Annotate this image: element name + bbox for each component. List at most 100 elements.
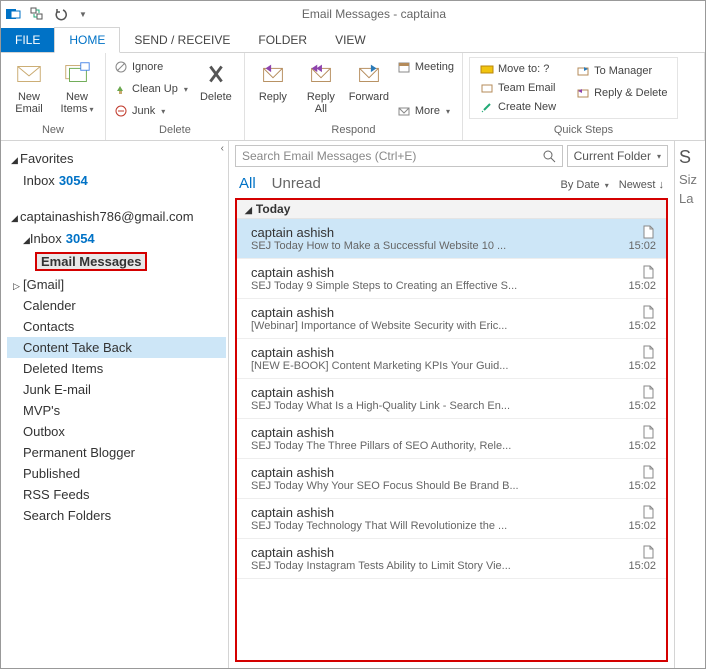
collapse-nav-icon[interactable]: ‹ (221, 143, 224, 154)
message-item[interactable]: captain ashishSEJ Today Technology That … (237, 499, 666, 539)
folder-item[interactable]: Junk E-mail (7, 379, 226, 400)
message-from: captain ashish (251, 385, 656, 400)
folder-item[interactable]: Contacts (7, 316, 226, 337)
tab-folder[interactable]: FOLDER (244, 28, 321, 52)
reading-pane: S Siz La (675, 141, 705, 668)
message-item[interactable]: captain ashishSEJ Today The Three Pillar… (237, 419, 666, 459)
filter-all[interactable]: All (239, 175, 256, 192)
title-bar: ▼ Email Messages - captaina (1, 1, 705, 27)
account-inbox[interactable]: ◢Inbox3054 (7, 228, 226, 249)
attachment-icon (642, 345, 654, 359)
message-time: 15:02 (628, 440, 656, 452)
reply-delete-quickstep[interactable]: Reply & Delete (574, 83, 669, 103)
attachment-icon (642, 425, 654, 439)
ribbon: New Email New Items▾ New Ignore Clean Up… (1, 53, 705, 141)
create-new-quickstep[interactable]: Create New (478, 98, 558, 115)
message-time: 15:02 (628, 320, 656, 332)
folder-item[interactable]: Permanent Blogger (7, 442, 226, 463)
favorites-inbox[interactable]: Inbox3054 (7, 170, 226, 191)
to-manager-quickstep[interactable]: To Manager (574, 61, 669, 81)
attachment-icon (642, 385, 654, 399)
message-item[interactable]: captain ashishSEJ Today Instagram Tests … (237, 539, 666, 579)
ribbon-group-new: New Email New Items▾ New (1, 53, 106, 140)
junk-button[interactable]: Junk▾ (112, 101, 190, 121)
more-respond-button[interactable]: More▾ (395, 101, 456, 121)
search-input[interactable]: Search Email Messages (Ctrl+E) (235, 145, 563, 167)
attachment-icon (642, 225, 654, 239)
message-list-highlight: ◢Today captain ashishSEJ Today How to Ma… (235, 198, 668, 662)
delete-button[interactable]: Delete (194, 57, 238, 103)
attachment-icon (642, 265, 654, 279)
group-today[interactable]: ◢Today (237, 200, 666, 219)
qat-dropdown-icon[interactable]: ▼ (79, 10, 87, 19)
message-item[interactable]: captain ashishSEJ Today How to Make a Su… (237, 219, 666, 259)
main-area: ‹ ◢Favorites Inbox3054 ◢captainashish786… (1, 141, 705, 668)
moveto-quickstep[interactable]: Move to: ? (478, 61, 558, 78)
attachment-icon (642, 545, 654, 559)
message-subject: SEJ Today Technology That Will Revolutio… (251, 520, 656, 532)
folder-item[interactable]: RSS Feeds (7, 484, 226, 505)
message-item[interactable]: captain ashishSEJ Today 9 Simple Steps t… (237, 259, 666, 299)
ignore-button[interactable]: Ignore (112, 57, 190, 77)
ribbon-group-respond: Reply Reply All Forward Meeting More▾ Re… (245, 53, 463, 140)
folder-item[interactable]: MVP's (7, 400, 226, 421)
meeting-button[interactable]: Meeting (395, 57, 456, 77)
new-items-button[interactable]: New Items▾ (55, 57, 99, 116)
navigation-pane: ‹ ◢Favorites Inbox3054 ◢captainashish786… (1, 141, 229, 668)
filter-row: All Unread By Date ▾ Newest ↓ (229, 171, 674, 198)
message-time: 15:02 (628, 240, 656, 252)
folder-item[interactable]: Calender (7, 295, 226, 316)
reply-all-button[interactable]: Reply All (299, 57, 343, 115)
message-item[interactable]: captain ashish[NEW E-BOOK] Content Marke… (237, 339, 666, 379)
message-from: captain ashish (251, 265, 656, 280)
tab-view[interactable]: VIEW (321, 28, 380, 52)
account-header[interactable]: ◢captainashish786@gmail.com (7, 205, 226, 228)
attachment-icon (642, 305, 654, 319)
send-receive-icon[interactable] (29, 6, 45, 22)
ribbon-group-quicksteps: Move to: ? Team Email Create New To Mana… (463, 53, 705, 140)
forward-button[interactable]: Forward (347, 57, 391, 103)
outlook-icon (5, 6, 21, 22)
undo-icon[interactable] (53, 6, 69, 22)
message-from: captain ashish (251, 545, 656, 560)
message-item[interactable]: captain ashishSEJ Today What Is a High-Q… (237, 379, 666, 419)
reply-button[interactable]: Reply (251, 57, 295, 103)
filter-unread[interactable]: Unread (272, 175, 321, 192)
message-from: captain ashish (251, 345, 656, 360)
favorites-header[interactable]: ◢Favorites (7, 147, 226, 170)
folder-item[interactable]: Published (7, 463, 226, 484)
message-time: 15:02 (628, 360, 656, 372)
message-time: 15:02 (628, 400, 656, 412)
sort-newest[interactable]: Newest ↓ (619, 179, 664, 191)
attachment-icon (642, 465, 654, 479)
folder-item[interactable]: Search Folders (7, 505, 226, 526)
message-subject: SEJ Today Instagram Tests Ability to Lim… (251, 560, 656, 572)
message-item[interactable]: captain ashishSEJ Today Why Your SEO Foc… (237, 459, 666, 499)
message-subject: SEJ Today How to Make a Successful Websi… (251, 240, 656, 252)
attachment-icon (642, 505, 654, 519)
email-messages-folder[interactable]: Email Messages (7, 249, 226, 274)
search-icon[interactable] (542, 149, 556, 163)
message-from: captain ashish (251, 505, 656, 520)
folder-item[interactable]: Outbox (7, 421, 226, 442)
tab-home[interactable]: HOME (54, 27, 120, 53)
ribbon-group-delete: Ignore Clean Up▾ Junk▾ Delete Delete (106, 53, 245, 140)
message-from: captain ashish (251, 465, 656, 480)
cleanup-button[interactable]: Clean Up▾ (112, 79, 190, 99)
new-email-button[interactable]: New Email (7, 57, 51, 115)
message-subject: SEJ Today The Three Pillars of SEO Autho… (251, 440, 656, 452)
message-subject: SEJ Today Why Your SEO Focus Should Be B… (251, 480, 656, 492)
folder-item[interactable]: Deleted Items (7, 358, 226, 379)
folder-item[interactable]: Content Take Back (7, 337, 226, 358)
tab-file[interactable]: FILE (1, 28, 54, 52)
sort-by-date[interactable]: By Date ▾ (561, 179, 609, 191)
tab-send-receive[interactable]: SEND / RECEIVE (120, 28, 244, 52)
folder-item[interactable]: ▷[Gmail] (7, 274, 226, 295)
ribbon-tabs: FILE HOME SEND / RECEIVE FOLDER VIEW (1, 27, 705, 53)
message-item[interactable]: captain ashish[Webinar] Importance of We… (237, 299, 666, 339)
quick-access-toolbar: ▼ (5, 6, 87, 22)
team-email-quickstep[interactable]: Team Email (478, 80, 558, 97)
message-subject: SEJ Today 9 Simple Steps to Creating an … (251, 280, 656, 292)
search-scope-dropdown[interactable]: Current Folder▾ (567, 145, 668, 167)
message-from: captain ashish (251, 305, 656, 320)
